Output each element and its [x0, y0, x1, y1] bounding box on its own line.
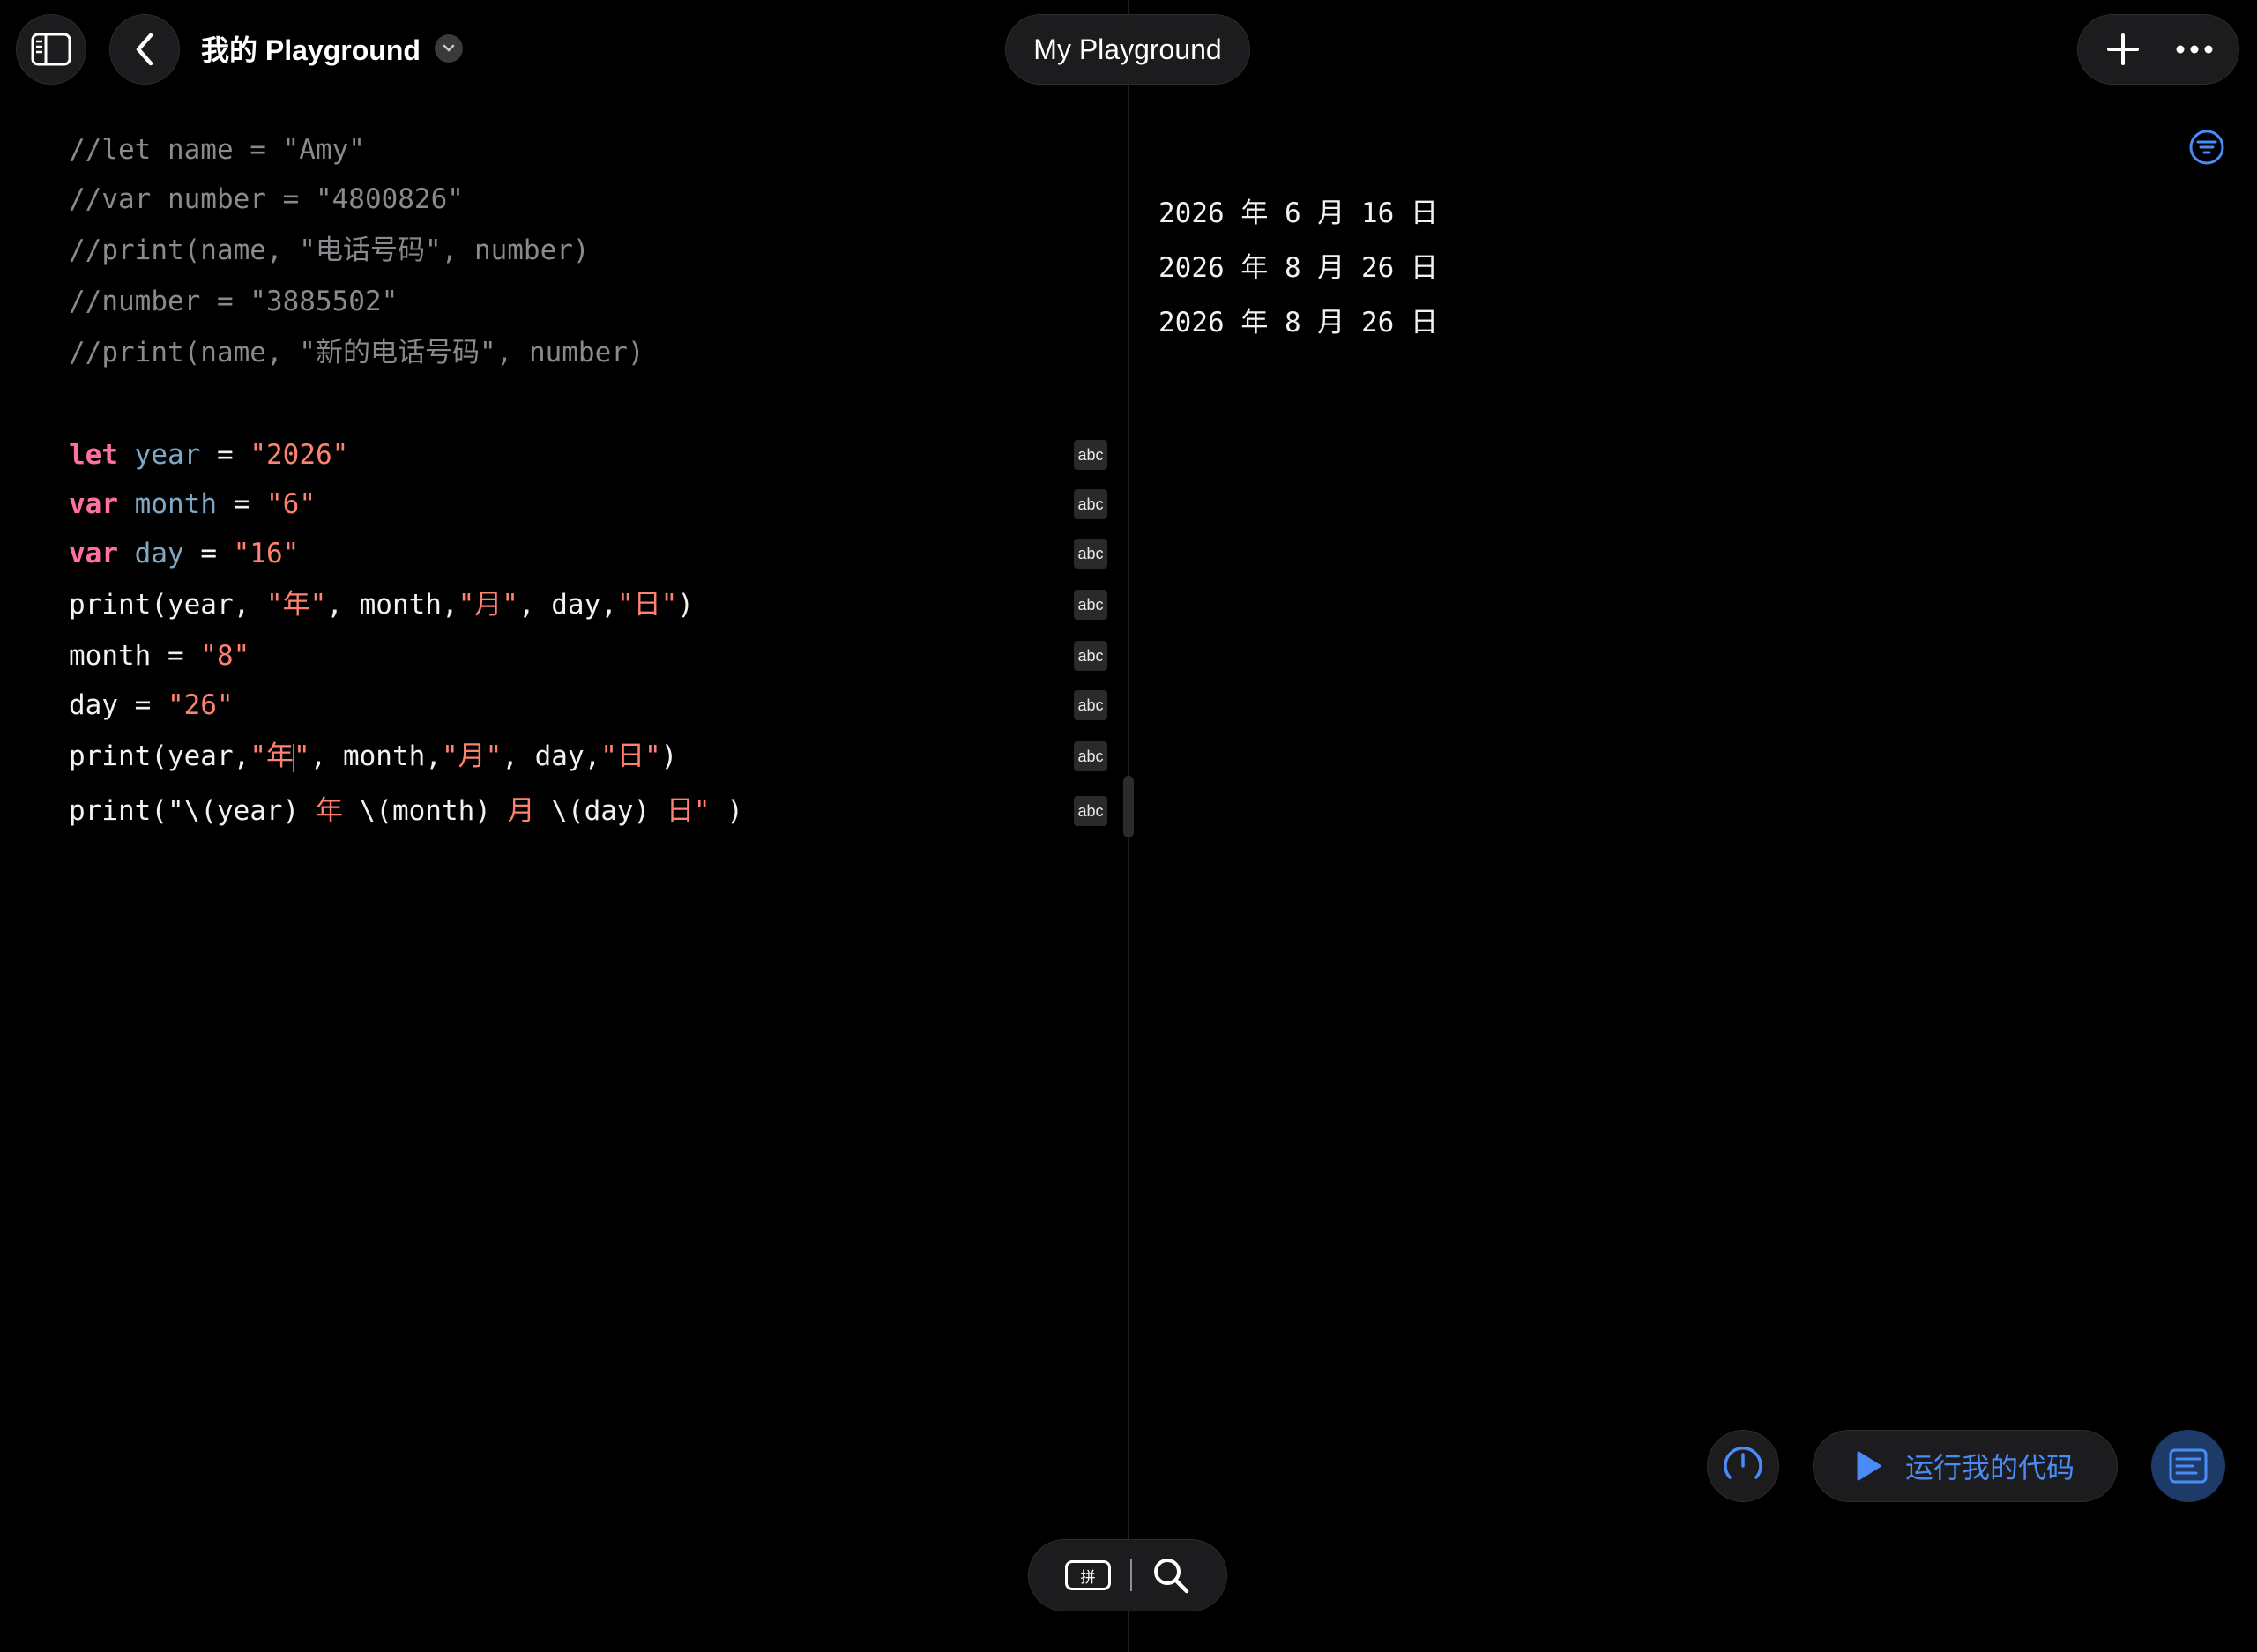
code-token: let — [69, 439, 118, 471]
code-line[interactable]: //let name = "Amy" — [69, 130, 365, 169]
code-token: year — [134, 439, 201, 471]
code-token: print(year, — [69, 740, 250, 772]
code-token: var — [69, 538, 118, 569]
code-token: "16" — [233, 538, 300, 569]
code-token: print(year, — [69, 589, 266, 621]
code-token: , month, — [326, 589, 458, 621]
code-token: "日" — [600, 740, 661, 772]
more-button[interactable] — [2164, 19, 2225, 80]
code-line[interactable]: print(year,"年", month,"月", day,"日") — [69, 737, 677, 776]
result-badge[interactable]: abc — [1074, 641, 1107, 671]
speedometer-icon — [1724, 1447, 1762, 1479]
code-token: //var number = "4800826" — [69, 183, 464, 215]
code-token: //let name = "Amy" — [69, 134, 365, 166]
search-icon — [1154, 1559, 1189, 1594]
code-token: "26" — [167, 689, 234, 721]
code-token: //number = "3885502" — [69, 286, 399, 317]
output-line: 2026 年 8 月 26 日 — [1158, 252, 1438, 284]
code-token: var — [69, 488, 118, 520]
code-token: day = — [69, 689, 168, 721]
back-button[interactable] — [109, 14, 180, 85]
code-line[interactable]: //print(name, "电话号码", number) — [69, 231, 590, 270]
result-badge[interactable]: abc — [1074, 440, 1107, 470]
console-toggle-button[interactable] — [2151, 1430, 2225, 1502]
code-token: \(day) — [534, 795, 667, 827]
performance-button[interactable] — [1707, 1430, 1779, 1502]
add-button[interactable] — [2092, 19, 2154, 80]
code-line[interactable]: day = "26" — [69, 686, 234, 725]
code-token: = — [217, 488, 266, 520]
input-method-button[interactable]: 拼 — [1065, 1560, 1111, 1590]
result-badge[interactable]: abc — [1074, 690, 1107, 720]
code-token: //print(name, "新的电话号码", number) — [69, 337, 644, 368]
run-code-label: 运行我的代码 — [1904, 1451, 2075, 1485]
code-token: "8" — [200, 640, 250, 672]
code-token: month = — [69, 640, 201, 672]
code-line[interactable]: var month = "6" — [69, 485, 316, 524]
code-line[interactable]: //var number = "4800826" — [69, 180, 464, 219]
chevron-left-icon — [136, 33, 153, 66]
code-token: , day, — [518, 589, 617, 621]
code-line[interactable]: let year = "2026" — [69, 435, 348, 474]
split-resize-handle[interactable] — [1123, 776, 1134, 837]
code-token: //print(name, "电话号码", number) — [69, 234, 590, 266]
code-token: "2026" — [250, 439, 349, 471]
output-line: 2026 年 6 月 16 日 — [1158, 197, 1438, 229]
filter-icon[interactable] — [2188, 129, 2225, 166]
play-icon — [1857, 1451, 1881, 1481]
code-token: "日" — [616, 589, 678, 621]
code-token: = — [200, 439, 250, 471]
code-line[interactable]: print(year, "年", month,"月", day,"日") — [69, 585, 694, 624]
result-badge[interactable]: abc — [1074, 741, 1107, 771]
top-right-actions — [2077, 14, 2239, 85]
code-token: "月" — [441, 740, 503, 772]
ellipsis-icon — [2176, 45, 2212, 54]
code-token: ) — [710, 795, 743, 827]
playground-title-menu[interactable]: 我的 Playground — [201, 26, 463, 71]
code-token: 日" — [666, 795, 711, 827]
result-badge[interactable]: abc — [1074, 590, 1107, 620]
result-badge[interactable]: abc — [1074, 489, 1107, 519]
code-token: ) — [660, 740, 678, 772]
sidebar-toggle-button[interactable] — [16, 14, 86, 85]
code-line[interactable]: var day = "16" — [69, 534, 299, 573]
keyboard-key-label: 拼 — [1080, 1568, 1096, 1587]
code-token: ) — [677, 589, 694, 621]
code-token: print("\(year) — [69, 795, 316, 827]
code-token: , day, — [502, 740, 601, 772]
code-token: , month, — [309, 740, 442, 772]
plus-icon — [2106, 33, 2139, 65]
code-line[interactable]: month = "8" — [69, 636, 250, 675]
code-token: " — [293, 740, 310, 772]
code-token: 年 — [315, 795, 343, 827]
code-token: 月 — [507, 795, 535, 827]
sidebar-icon — [31, 33, 71, 66]
code-token: "年" — [265, 589, 327, 621]
console-icon — [2169, 1448, 2208, 1484]
search-button[interactable] — [1151, 1556, 1190, 1595]
code-token: "月" — [458, 589, 518, 621]
code-line[interactable]: //print(name, "新的电话号码", number) — [69, 333, 644, 372]
code-token: "年 — [250, 740, 294, 772]
run-code-button[interactable]: 运行我的代码 — [1813, 1430, 2118, 1502]
toolbar-separator — [1130, 1559, 1132, 1591]
code-line[interactable]: //number = "3885502" — [69, 282, 398, 321]
code-token: "6" — [266, 488, 316, 520]
playground-title: 我的 Playground — [201, 34, 421, 66]
code-token: \(month) — [342, 795, 508, 827]
output-line: 2026 年 8 月 26 日 — [1158, 307, 1438, 339]
result-badge[interactable]: abc — [1074, 539, 1107, 569]
code-token: month — [134, 488, 217, 520]
code-token: day — [134, 538, 184, 569]
result-badge[interactable]: abc — [1074, 796, 1107, 826]
chevron-down-icon — [434, 34, 463, 63]
code-line[interactable]: print("\(year) 年 \(month) 月 \(day) 日" ) — [69, 792, 743, 830]
code-token: = — [183, 538, 234, 569]
editor-toolbar: 拼 — [1028, 1539, 1227, 1611]
